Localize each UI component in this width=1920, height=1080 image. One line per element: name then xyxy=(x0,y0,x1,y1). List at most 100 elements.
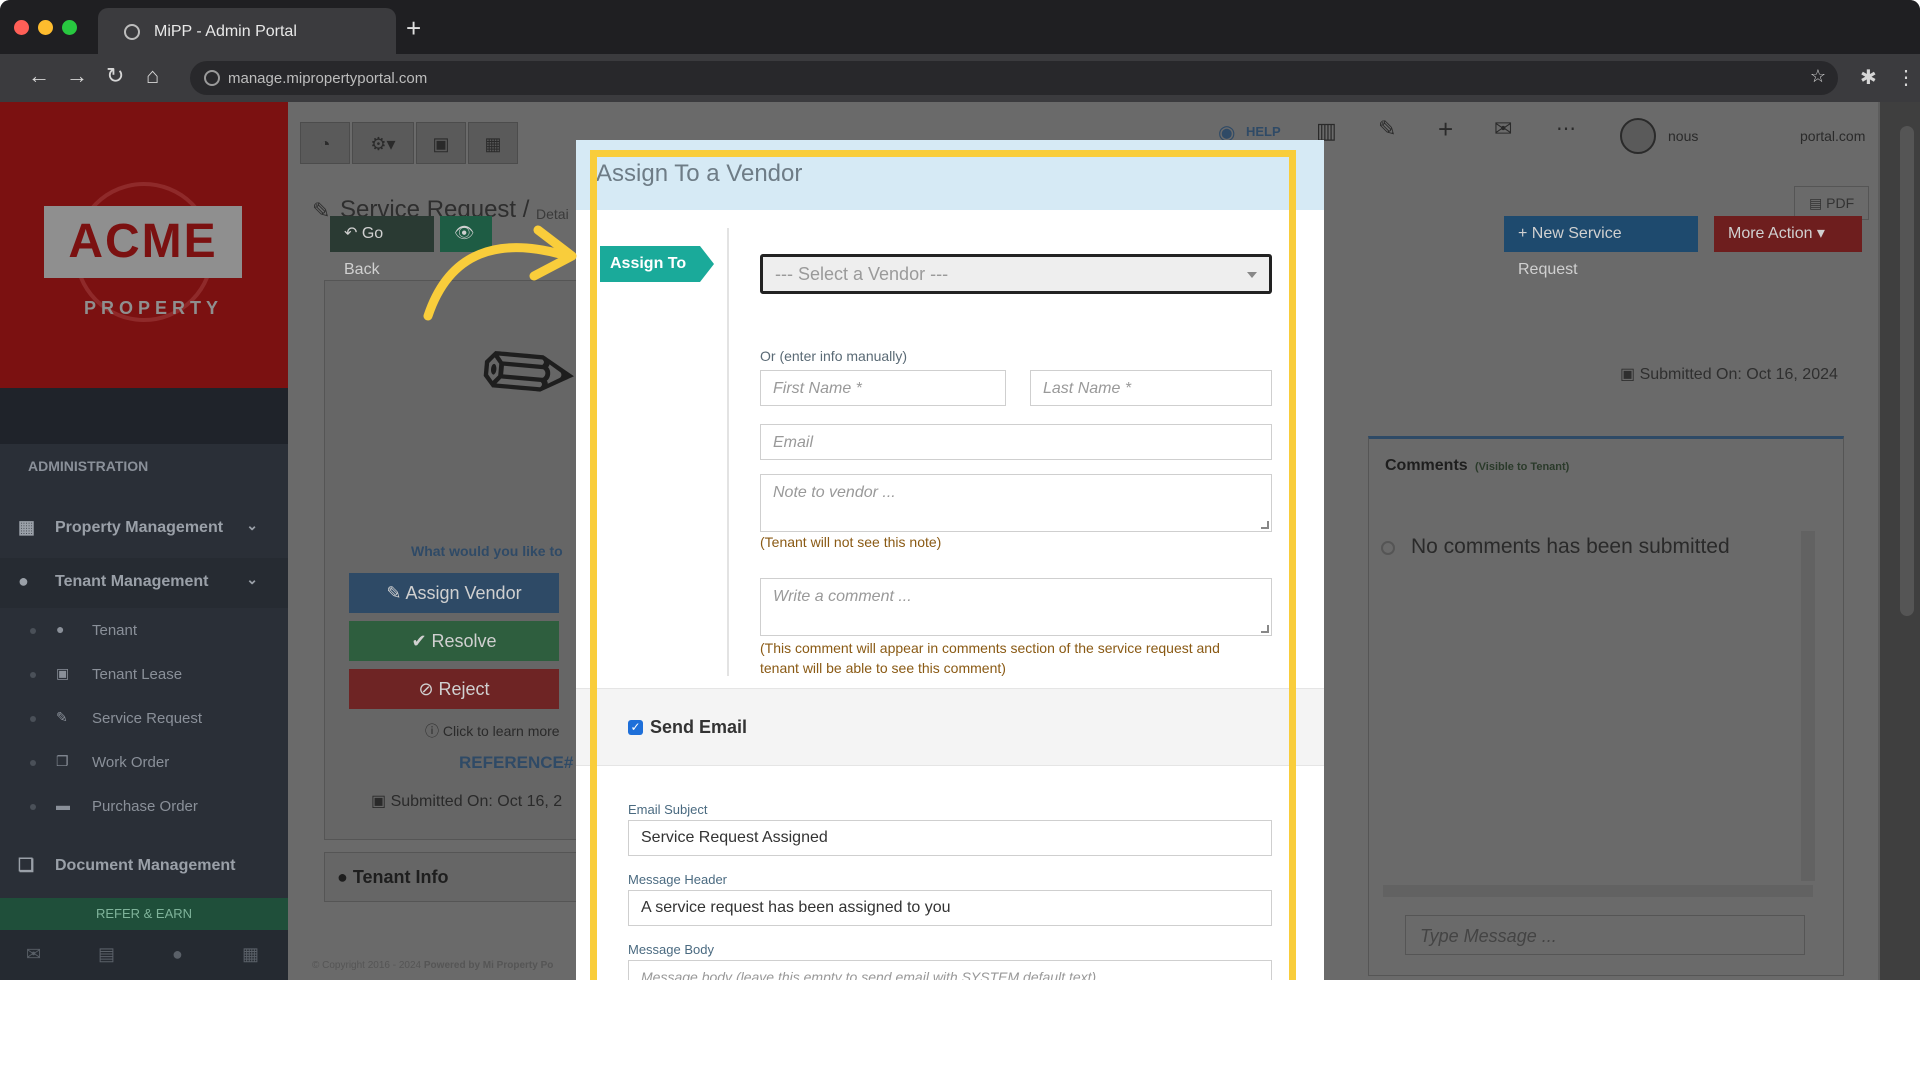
calendar-icon[interactable]: ▣ xyxy=(416,122,466,164)
address-bar[interactable]: manage.mipropertyportal.com ☆ xyxy=(190,61,1838,95)
building-icon: ▦ xyxy=(18,517,36,537)
messages-mail-icon[interactable]: ✉ xyxy=(1494,116,1512,142)
more-dots-icon[interactable]: ⋯ xyxy=(1556,116,1576,141)
message-body-input[interactable]: Message body (leave this empty to send e… xyxy=(628,960,1272,980)
submitted-date: ▣ Submitted On: Oct 16, 2024 xyxy=(1620,366,1838,383)
pdf-label: PDF xyxy=(1826,195,1855,211)
back-icon[interactable]: ← xyxy=(28,64,50,88)
browser-scrollbar[interactable] xyxy=(1880,102,1920,980)
send-email-checkbox[interactable]: ✓ xyxy=(628,720,643,735)
chevron-down-icon: ⌄ xyxy=(246,571,258,587)
assign-vendor-button[interactable]: ✎ Assign Vendor xyxy=(349,573,559,613)
close-window-button[interactable] xyxy=(14,20,29,35)
email-input[interactable]: Email xyxy=(760,424,1272,460)
extensions-icon[interactable]: ✱ xyxy=(1860,65,1877,90)
browser-menu-icon[interactable]: ⋮ xyxy=(1896,65,1916,90)
user-icon: ● xyxy=(56,621,65,637)
more-action-button[interactable]: More Action ▾ xyxy=(1714,216,1862,252)
submitted-short-text: Submitted On: Oct 16, 2 xyxy=(390,793,563,810)
forward-icon[interactable]: → xyxy=(66,64,88,88)
comment-hint-line-1: (This comment will appear in comments se… xyxy=(760,640,1220,656)
user-email-suffix[interactable]: portal.com xyxy=(1800,128,1865,144)
wrench-icon: ✎ xyxy=(56,709,68,725)
new-service-request-button[interactable]: + New Service Request xyxy=(1504,216,1698,278)
calculator-icon[interactable]: ▦ xyxy=(242,944,259,965)
type-message-input[interactable]: Type Message ... xyxy=(1405,915,1805,955)
sidebar-subitem-tenant[interactable]: ● Tenant xyxy=(0,610,288,650)
vendor-select[interactable]: --- Select a Vendor --- xyxy=(760,254,1272,294)
pdf-button[interactable]: ▤ PDF xyxy=(1794,186,1870,220)
maximize-window-button[interactable] xyxy=(62,20,77,35)
sidebar-subitem-purchase-order[interactable]: ▬ Purchase Order xyxy=(0,786,288,826)
browser-scrollbar-thumb[interactable] xyxy=(1900,126,1914,616)
new-request-label: New Service Request xyxy=(1518,225,1622,278)
help-link[interactable]: HELP xyxy=(1246,124,1281,139)
sidebar-subitem-work-order[interactable]: ❐ Work Order xyxy=(0,742,288,782)
new-tab-button[interactable]: + xyxy=(406,15,421,41)
sidebar-subitem-label: Tenant Lease xyxy=(92,666,183,683)
users-icon: ● xyxy=(18,571,29,591)
copyright-years: © Copyright 2016 - 2024 xyxy=(312,960,422,971)
assign-to-tag: Assign To xyxy=(600,246,714,282)
sidebar-subitem-tenant-lease[interactable]: ▣ Tenant Lease xyxy=(0,654,288,694)
comments-horizontal-scrollbar[interactable] xyxy=(1383,885,1813,897)
calendar-icon: ▣ xyxy=(56,665,70,681)
user-avatar[interactable] xyxy=(1620,118,1656,154)
sidebar-item-document-management[interactable]: ❏ Document Management xyxy=(0,842,288,892)
vendor-note-hint: (Tenant will not see this note) xyxy=(760,534,942,550)
no-comments-text: No comments has been submitted xyxy=(1411,535,1730,558)
minimize-window-button[interactable] xyxy=(38,20,53,35)
tab-title: MiPP - Admin Portal xyxy=(154,23,297,40)
mail-icon[interactable]: ✉ xyxy=(26,944,41,965)
tenant-info-text: Tenant Info xyxy=(352,867,449,887)
submitted-date-short: ▣ Submitted On: Oct 16, 2 xyxy=(371,793,563,810)
tree-dot xyxy=(30,804,36,810)
email-subject-input[interactable]: Service Request Assigned xyxy=(628,820,1272,856)
tools-wrench-icon[interactable]: ✎ xyxy=(1378,116,1396,142)
callout-arrow-icon xyxy=(423,225,577,321)
resize-handle-icon[interactable] xyxy=(1261,625,1269,633)
dashboard-icon[interactable]: ◔ xyxy=(300,122,350,164)
sidebar-item-label: Property Management xyxy=(55,519,224,536)
comment-hint-line-2: tenant will be able to see this comment) xyxy=(760,660,1006,676)
action-question: What would you like to xyxy=(411,543,563,559)
sidebar-bottom-icons: ✉ ▤ ● ▦ xyxy=(0,930,288,980)
first-name-input[interactable]: First Name * xyxy=(760,370,1006,406)
tree-dot xyxy=(30,760,36,766)
send-email-label[interactable]: Send Email xyxy=(650,717,747,738)
user-name[interactable]: nous xyxy=(1668,128,1698,144)
add-plus-icon[interactable]: + xyxy=(1438,114,1453,145)
sidebar-subitem-service-request[interactable]: ✎ Service Request xyxy=(0,698,288,738)
browser-tab[interactable]: MiPP - Admin Portal xyxy=(98,8,396,54)
resize-handle-icon[interactable] xyxy=(1261,521,1269,529)
vendor-note-placeholder: Note to vendor ... xyxy=(773,484,896,501)
resolve-button[interactable]: ✔ Resolve xyxy=(349,621,559,661)
reject-button[interactable]: ⊘ Reject xyxy=(349,669,559,709)
company-logo[interactable]: ACME PROPERTY xyxy=(0,102,288,388)
sidebar-item-tenant-management[interactable]: ● Tenant Management ⌄ xyxy=(0,558,288,608)
comments-scrollbar[interactable] xyxy=(1801,531,1815,881)
sidebar-item-property-management[interactable]: ▦ Property Management ⌄ xyxy=(0,504,288,554)
last-name-input[interactable]: Last Name * xyxy=(1030,370,1272,406)
home-icon[interactable]: ⌂ xyxy=(146,64,159,88)
vendor-note-textarea[interactable]: Note to vendor ... xyxy=(760,474,1272,532)
site-info-icon[interactable] xyxy=(204,70,220,86)
comment-textarea[interactable]: Write a comment ... xyxy=(760,578,1272,636)
sidebar-subitem-label: Tenant xyxy=(92,622,138,639)
message-header-input[interactable]: A service request has been assigned to y… xyxy=(628,890,1272,926)
refer-earn-banner[interactable]: REFER & EARN xyxy=(0,898,288,930)
copyright-text: © Copyright 2016 - 2024 Powered by Mi Pr… xyxy=(312,960,553,971)
learn-more-link[interactable]: ⓘ Click to learn more xyxy=(425,721,560,741)
briefcase-icon[interactable]: ▤ xyxy=(98,944,115,965)
sidebar-item-label: Tenant Management xyxy=(55,573,209,590)
reload-icon[interactable]: ↻ xyxy=(106,64,124,88)
user-icon[interactable]: ● xyxy=(172,944,183,965)
sidebar: ACME PROPERTY ADMINISTRATION ▦ Property … xyxy=(0,102,288,980)
wrench-icon: ✎ xyxy=(312,198,331,223)
bookmark-star-icon[interactable]: ☆ xyxy=(1810,66,1826,87)
browser-titlebar: MiPP - Admin Portal + xyxy=(0,0,1920,54)
settings-gear-icon[interactable]: ⚙▾ xyxy=(352,122,414,164)
reference-label: REFERENCE# xyxy=(459,753,574,772)
calculator-icon[interactable]: ▦ xyxy=(468,122,518,164)
sidebar-spacer xyxy=(0,388,288,444)
